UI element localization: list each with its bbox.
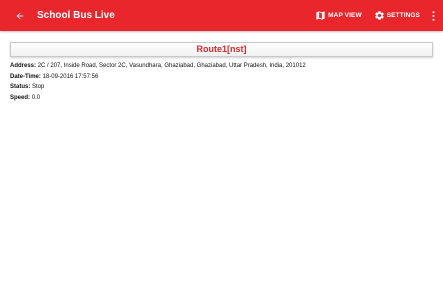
settings-label: SETTINGS [386, 12, 420, 19]
vehicle-details: Address: 2C / 207, Inside Road, Sector 2… [10, 61, 306, 104]
status-value: Stop [32, 84, 45, 91]
map-view-label: MAP VIEW [328, 12, 362, 19]
arrow-back-icon [16, 12, 24, 19]
more-vert-icon [432, 10, 434, 21]
back-button[interactable] [12, 8, 28, 24]
status-row: Status: Stop [10, 82, 306, 93]
settings-button[interactable]: SETTINGS [374, 10, 420, 21]
route-name: Route1[nst] [196, 44, 247, 54]
speed-label: Speed: [10, 95, 31, 102]
map-icon [316, 11, 325, 20]
speed-row: Speed: 0.0 [10, 93, 306, 104]
status-label: Status: [10, 84, 31, 91]
datetime-row: Date-Time: 18-09-2016 17:57:56 [10, 72, 306, 83]
speed-value: 0.0 [31, 95, 41, 102]
datetime-label: Date-Time: [10, 73, 41, 80]
address-row: Address: 2C / 207, Inside Road, Sector 2… [10, 61, 306, 72]
gear-icon [374, 11, 384, 20]
map-view-button[interactable]: MAP VIEW [315, 10, 362, 21]
datetime-value: 18-09-2016 17:57:56 [42, 73, 99, 80]
app-bar: School Bus Live MAP VIEW SETTINGS [0, 0, 443, 31]
app-title: School Bus Live [37, 10, 115, 21]
route-header: Route1[nst] [10, 42, 433, 57]
overflow-menu-button[interactable] [430, 8, 436, 24]
address-label: Address: [10, 63, 37, 69]
address-value: 2C / 207, Inside Road, Sector 2C, Vasund… [37, 63, 306, 69]
